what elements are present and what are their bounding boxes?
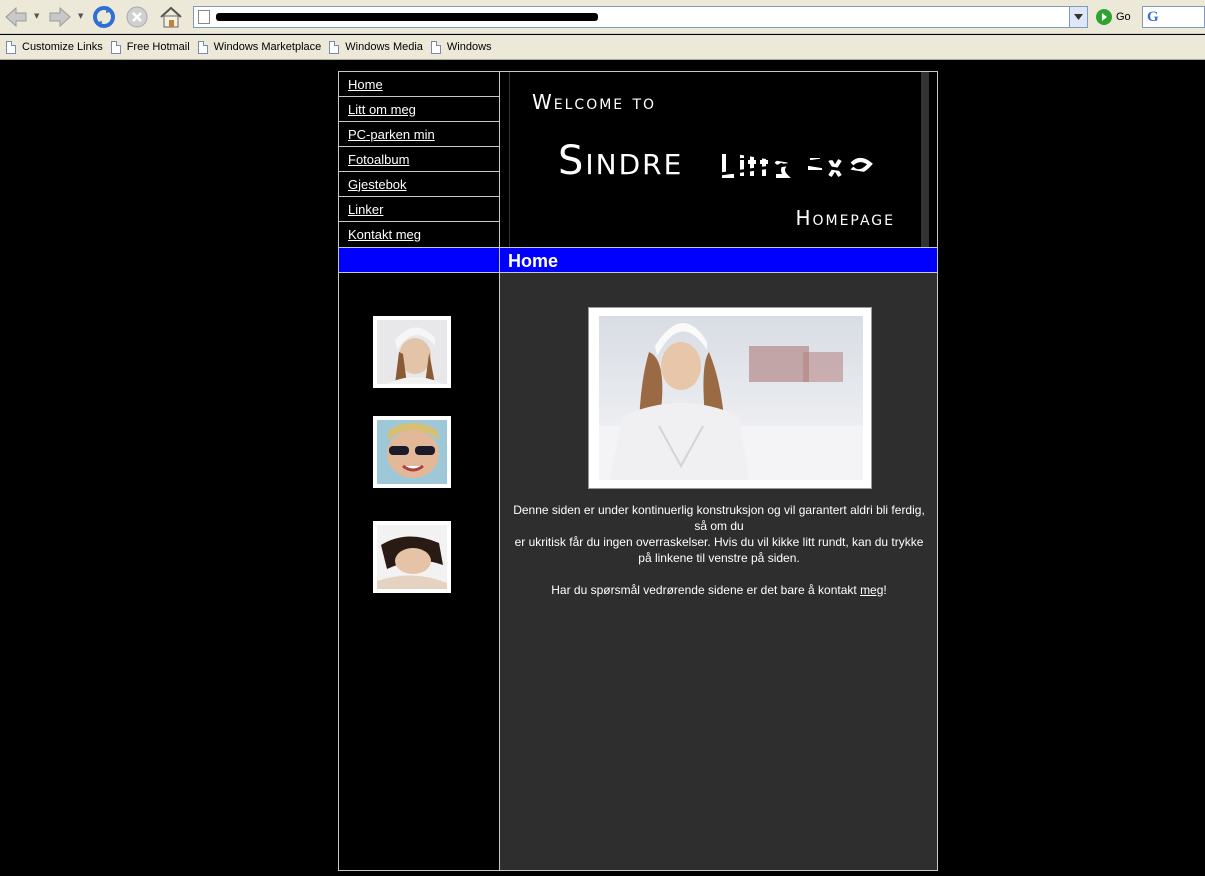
thumbnail-2[interactable] (373, 416, 451, 488)
menu-link-linker[interactable]: Linker (348, 202, 383, 217)
google-search-box[interactable]: G (1142, 6, 1205, 28)
banner-name-redaction (720, 148, 881, 178)
page-icon (198, 10, 210, 24)
nav-menu: Home Litt om meg PC-parken min Fotoalbum… (339, 72, 500, 247)
thumbnail-column (339, 273, 499, 870)
thumbnail-photo-3 (377, 525, 447, 589)
browser-toolbar: ▼ ▼ Go G (0, 0, 1205, 34)
page-icon (110, 40, 121, 54)
intro-line-1: Denne siden er under kontinuerlig konstr… (513, 503, 925, 533)
menu-item-linker: Linker (339, 197, 500, 222)
chevron-down-icon (1074, 14, 1083, 20)
banner-name-text: Sindre (558, 138, 684, 184)
site-frame: Home Litt om meg PC-parken min Fotoalbum… (338, 71, 938, 871)
menu-link-home[interactable]: Home (348, 77, 383, 92)
thumbnail-3[interactable] (373, 521, 451, 593)
menu-link-fotoalbum[interactable]: Fotoalbum (348, 152, 409, 167)
main-photo-frame (588, 307, 872, 489)
contact-paragraph: Har du spørsmål vedrørende sidene er det… (512, 582, 926, 598)
main-content: Denne siden er under kontinuerlig konstr… (500, 273, 937, 870)
menu-link-gjestebok[interactable]: Gjestebok (348, 177, 407, 192)
banner-homepage-text: Homepage (795, 206, 895, 230)
page-icon (329, 40, 340, 54)
thumbnail-photo-1 (377, 320, 447, 384)
thumbnail-1[interactable] (373, 316, 451, 388)
menu-link-litt-om-meg[interactable]: Litt om meg (348, 102, 416, 117)
stop-button[interactable] (124, 4, 150, 30)
back-arrow-icon (5, 6, 27, 28)
links-toolbar: Customize Links Free Hotmail Windows Mar… (0, 35, 1205, 60)
contact-text: Har du spørsmål vedrørende sidene er det… (551, 583, 861, 597)
refresh-button[interactable] (91, 4, 117, 30)
refresh-icon (93, 6, 115, 28)
stop-icon (126, 6, 148, 28)
title-bar-divider (499, 248, 500, 272)
intro-paragraph: Denne siden er under kontinuerlig konstr… (512, 502, 926, 566)
link-windows-marketplace[interactable]: Windows Marketplace (197, 40, 321, 54)
address-dropdown-button[interactable] (1069, 7, 1087, 27)
page-icon (197, 40, 208, 54)
menu-link-pc-parken[interactable]: PC-parken min (348, 127, 435, 142)
header-banner: Welcome to Sindre Homepage (500, 72, 937, 247)
main-photo (599, 316, 863, 480)
link-free-hotmail[interactable]: Free Hotmail (110, 40, 190, 54)
thumbnail-photo-2 (377, 420, 447, 484)
home-icon (160, 6, 182, 28)
contact-link[interactable]: meg (860, 583, 883, 597)
page-title-bar: Home (339, 247, 937, 273)
menu-item-gjestebok: Gjestebok (339, 172, 500, 197)
link-windows-media[interactable]: Windows Media (329, 40, 423, 54)
menu-item-kontakt-meg: Kontakt meg (339, 222, 500, 247)
forward-arrow-icon (49, 6, 71, 28)
contact-suffix: ! (883, 583, 887, 597)
menu-item-fotoalbum: Fotoalbum (339, 147, 500, 172)
address-bar[interactable] (193, 6, 1088, 28)
home-button[interactable] (158, 4, 184, 30)
page-icon (430, 40, 441, 54)
link-customize-links[interactable]: Customize Links (6, 40, 103, 54)
page-icon (6, 40, 16, 54)
forward-button[interactable] (47, 4, 73, 30)
banner-image: Welcome to Sindre Homepage (509, 72, 929, 247)
web-page: Home Litt om meg PC-parken min Fotoalbum… (0, 61, 1205, 876)
menu-item-home: Home (339, 72, 500, 97)
address-url-redaction (216, 13, 598, 21)
intro-line-2: er ukritisk får du ingen overraskelser. … (514, 535, 924, 565)
banner-welcome-text: Welcome to (532, 90, 657, 114)
menu-item-pc-parken: PC-parken min (339, 122, 500, 147)
go-label: Go (1116, 11, 1131, 23)
menu-item-litt-om-meg: Litt om meg (339, 97, 500, 122)
page-title: Home (508, 251, 559, 271)
go-button[interactable]: Go (1096, 7, 1131, 27)
menu-link-kontakt-meg[interactable]: Kontakt meg (348, 227, 421, 242)
back-button[interactable] (3, 4, 29, 30)
forward-dropdown-icon[interactable]: ▼ (78, 12, 86, 20)
google-logo-icon: G (1147, 9, 1159, 25)
back-dropdown-icon[interactable]: ▼ (34, 12, 42, 20)
link-windows[interactable]: Windows (430, 40, 492, 54)
go-arrow-icon (1096, 9, 1112, 25)
